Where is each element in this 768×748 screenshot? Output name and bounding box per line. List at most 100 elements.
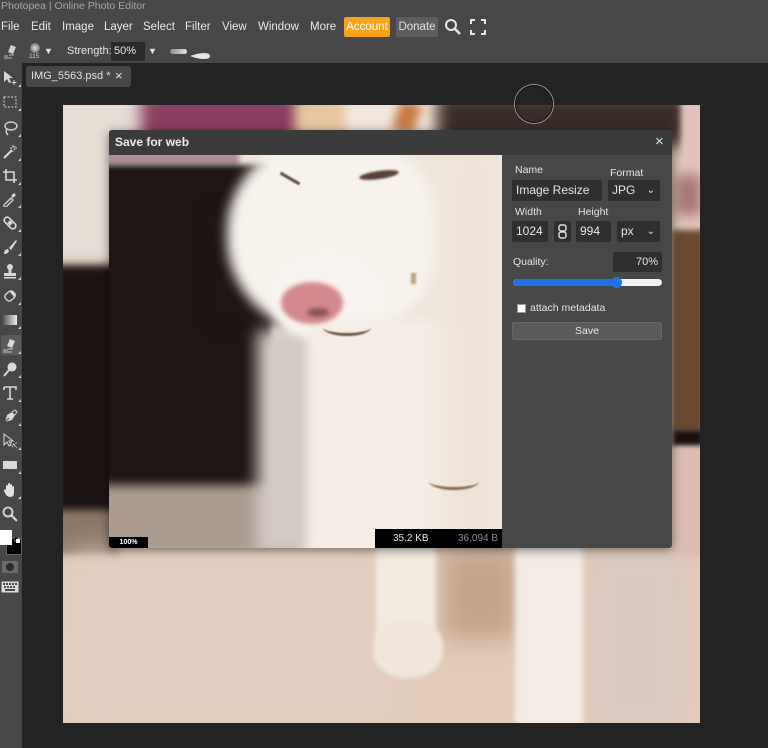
close-tab-icon[interactable]: × bbox=[115, 68, 123, 83]
brush-preview-icon[interactable] bbox=[30, 43, 40, 53]
path-select-tool[interactable] bbox=[1, 431, 21, 451]
pen-tool[interactable] bbox=[1, 407, 21, 427]
dog-chest-fold bbox=[429, 473, 479, 490]
brush-size-value: 115 bbox=[29, 53, 40, 60]
strength-input[interactable]: 50% bbox=[111, 42, 145, 61]
text-tool-icon bbox=[3, 386, 17, 400]
smudge-tool-icon bbox=[3, 339, 15, 353]
quality-slider[interactable] bbox=[513, 277, 662, 288]
menu-file[interactable]: File bbox=[1, 20, 20, 34]
height-input[interactable]: 994 bbox=[576, 221, 611, 242]
brush-tool[interactable] bbox=[1, 237, 21, 257]
attach-metadata-label[interactable]: attach metadata bbox=[530, 302, 605, 314]
pen-tool-icon bbox=[4, 409, 18, 423]
text-tool[interactable] bbox=[1, 383, 21, 403]
format-value: JPG bbox=[612, 183, 636, 197]
eyedropper-tool-icon bbox=[3, 193, 16, 207]
eyedropper-tool[interactable] bbox=[1, 189, 21, 209]
tools-panel bbox=[0, 63, 22, 748]
save-button[interactable]: Save bbox=[512, 322, 662, 340]
photo-region bbox=[672, 230, 700, 430]
eraser-tool-icon bbox=[4, 290, 16, 302]
photo-region bbox=[672, 429, 700, 447]
move-tool-icon bbox=[4, 71, 17, 85]
swap-colors-icon[interactable] bbox=[13, 530, 20, 543]
lasso-tool[interactable] bbox=[1, 118, 21, 138]
dialog-title: Save for web bbox=[115, 135, 190, 149]
clone-stamp-tool[interactable] bbox=[1, 261, 21, 281]
menu-select[interactable]: Select bbox=[143, 20, 175, 34]
dog-front-leg bbox=[515, 541, 583, 723]
preview-zoom-level[interactable]: 100% bbox=[109, 537, 148, 548]
eraser-tool[interactable] bbox=[1, 286, 21, 306]
menu-filter[interactable]: Filter bbox=[185, 20, 211, 34]
brush-dropdown-icon[interactable]: ▼ bbox=[44, 46, 53, 56]
menu-layer[interactable]: Layer bbox=[104, 20, 133, 34]
quality-slider-fill bbox=[513, 279, 618, 286]
name-label: Name bbox=[515, 164, 544, 176]
strength-dropdown-icon[interactable]: ▼ bbox=[148, 46, 157, 56]
attach-metadata-checkbox[interactable] bbox=[517, 304, 526, 313]
quality-slider-thumb[interactable] bbox=[611, 277, 623, 288]
quality-input[interactable]: 70% bbox=[613, 252, 662, 272]
menu-view[interactable]: View bbox=[222, 20, 247, 34]
clone-stamp-icon bbox=[4, 264, 16, 279]
photo-region bbox=[681, 105, 700, 240]
lasso-tool-icon bbox=[4, 121, 18, 136]
window-title: Photopea | Online Photo Editor bbox=[1, 0, 146, 12]
quality-label: Quality: bbox=[513, 256, 549, 268]
smudge-tool[interactable] bbox=[1, 335, 21, 355]
dodge-tool-icon bbox=[3, 362, 17, 377]
menu-edit[interactable]: Edit bbox=[31, 20, 51, 34]
document-tab-label: IMG_5563.psd * bbox=[31, 70, 111, 82]
account-button[interactable]: Account bbox=[344, 17, 390, 37]
unit-value: px bbox=[621, 224, 634, 238]
photo-region bbox=[411, 273, 416, 284]
photo-region bbox=[63, 555, 393, 723]
crop-tool[interactable] bbox=[1, 166, 21, 186]
menu-window[interactable]: Window bbox=[258, 20, 299, 34]
keyboard-icon[interactable] bbox=[1, 580, 19, 593]
menu-bar: File Edit Image Layer Select Filter View… bbox=[0, 14, 768, 40]
donate-button[interactable]: Donate bbox=[396, 17, 438, 37]
dialog-header[interactable]: Save for web × bbox=[109, 130, 672, 155]
dog-front-paw bbox=[373, 620, 443, 678]
brush-stroke-preset-1[interactable] bbox=[170, 49, 187, 54]
healing-tool[interactable] bbox=[1, 213, 21, 233]
shape-tool[interactable] bbox=[1, 455, 21, 475]
constrain-proportions-button[interactable] bbox=[554, 221, 571, 242]
menu-image[interactable]: Image bbox=[62, 20, 94, 34]
gradient-tool[interactable] bbox=[1, 310, 21, 330]
move-tool[interactable] bbox=[1, 68, 21, 88]
foreground-color-swatch[interactable] bbox=[0, 530, 12, 545]
marquee-tool[interactable] bbox=[1, 92, 21, 112]
chevron-down-icon: ⌄ bbox=[646, 226, 655, 237]
save-for-web-dialog: Save for web × 100% 35.2 KB 36,094 B Nam… bbox=[109, 130, 672, 548]
dog-nose bbox=[281, 282, 343, 324]
tool-options-bar: 115 ▼ Strength: 50% ▼ bbox=[0, 40, 768, 63]
brush-stroke-preset-2[interactable] bbox=[190, 47, 210, 59]
format-select[interactable]: JPG ⌄ bbox=[608, 180, 660, 201]
close-dialog-icon[interactable]: × bbox=[655, 133, 664, 150]
format-label: Format bbox=[610, 167, 644, 179]
magic-wand-tool[interactable] bbox=[1, 142, 21, 162]
document-tab[interactable]: IMG_5563.psd * × bbox=[26, 66, 131, 87]
hand-tool[interactable] bbox=[1, 480, 21, 500]
dodge-tool[interactable] bbox=[1, 359, 21, 379]
export-preview[interactable]: 100% 35.2 KB 36,094 B bbox=[109, 155, 502, 548]
strength-label: Strength: bbox=[67, 45, 112, 57]
photo-region bbox=[672, 447, 700, 557]
path-select-icon bbox=[3, 433, 18, 449]
menu-more[interactable]: More bbox=[310, 20, 336, 34]
unit-select[interactable]: px ⌄ bbox=[617, 221, 660, 242]
search-icon[interactable] bbox=[444, 18, 462, 36]
dog-mouth bbox=[323, 319, 371, 336]
zoom-tool[interactable] bbox=[1, 504, 21, 524]
name-input[interactable]: Image Resize bbox=[512, 180, 602, 201]
quick-mask-icon[interactable] bbox=[1, 560, 19, 574]
width-input[interactable]: 1024 bbox=[512, 221, 548, 242]
fullscreen-icon[interactable] bbox=[470, 19, 486, 35]
window-title-bar: Photopea | Online Photo Editor bbox=[0, 0, 768, 14]
smudge-tool-icon[interactable] bbox=[2, 42, 20, 60]
crop-tool-icon bbox=[3, 169, 17, 183]
